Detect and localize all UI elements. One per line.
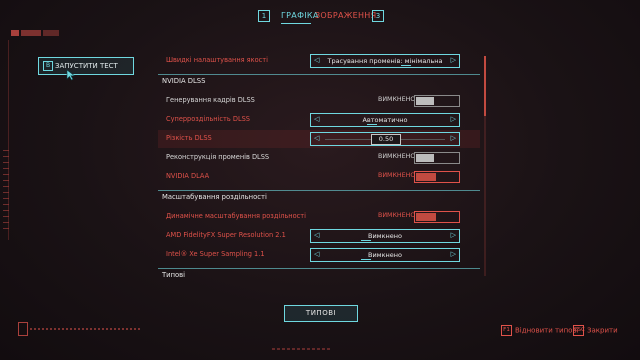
chevron-left-icon[interactable]: ◁ (314, 134, 319, 142)
restore-key: F1 (501, 325, 512, 336)
chevron-right-icon[interactable]: ▷ (451, 250, 456, 258)
quick-preset-value: Трасування променів: мінімальна (327, 57, 443, 65)
run-test-button[interactable]: B ЗАПУСТИТИ ТЕСТ (38, 57, 134, 75)
chevron-right-icon[interactable]: ▷ (451, 231, 456, 239)
close-key: ESC (573, 325, 585, 336)
dynamic-scaling-state: ВИМКНЕНО (378, 212, 416, 219)
bottom-left-decoration (18, 322, 148, 336)
super-res-selector[interactable]: ◁ Автоматично ▷ (310, 113, 460, 127)
dlaa-state: ВИМКНЕНО (378, 172, 416, 179)
setting-xess: Intel® Xe Super Sampling 1.1 ◁ Вимкнено … (158, 246, 480, 264)
section-dlss-title: NVIDIA DLSS (162, 77, 206, 85)
dlaa-toggle[interactable] (414, 171, 460, 183)
run-test-label: ЗАПУСТИТИ ТЕСТ (55, 62, 118, 70)
setting-frame-generation[interactable]: Генерування кадрів DLSS ВИМКНЕНО (158, 92, 480, 110)
run-test-key: B (43, 61, 53, 71)
xess-value: Вимкнено (368, 251, 402, 259)
setting-dlaa[interactable]: NVIDIA DLAA ВИМКНЕНО (158, 168, 480, 186)
fsr-selector[interactable]: ◁ Вимкнено ▷ (310, 229, 460, 243)
setting-quick-preset: Швидкі налаштування якості ◁ Трасування … (158, 52, 480, 70)
selector-marker (361, 259, 371, 260)
xess-selector[interactable]: ◁ Вимкнено ▷ (310, 248, 460, 262)
dlaa-label: NVIDIA DLAA (166, 172, 210, 180)
sharpness-value: 0.50 (371, 134, 401, 145)
setting-dynamic-scaling[interactable]: Динамічне масштабування роздільності ВИМ… (158, 208, 480, 226)
chevron-right-icon[interactable]: ▷ (451, 56, 456, 64)
restore-defaults-button[interactable]: ТИПОВІ (284, 305, 358, 322)
section-basic: Типові (158, 268, 480, 280)
dynamic-scaling-toggle[interactable] (414, 211, 460, 223)
xess-label: Intel® Xe Super Sampling 1.1 (166, 250, 265, 258)
frame-gen-label: Генерування кадрів DLSS (166, 96, 255, 104)
prev-tab-key[interactable]: 1 (258, 10, 270, 22)
dynamic-scaling-label: Динамічне масштабування роздільності (166, 212, 306, 220)
fsr-label: AMD FidelityFX Super Resolution 2.1 (166, 231, 286, 239)
settings-list: Швидкі налаштування якості ◁ Трасування … (158, 50, 480, 280)
left-ruler (3, 150, 9, 230)
setting-super-resolution: Суперроздільність DLSS ◁ Автоматично ▷ (158, 111, 480, 129)
sharpness-slider[interactable]: ◁ 0.50 ▷ (310, 132, 460, 146)
tab-display[interactable]: ЗОБРАЖЕННЯ (315, 11, 376, 20)
active-tab-underline (281, 23, 311, 24)
next-tab-key[interactable]: 3 (372, 10, 384, 22)
section-scaling-title: Масштабування роздільності (162, 193, 267, 201)
mouse-cursor-icon (66, 69, 76, 81)
setting-ray-reconstruction[interactable]: Реконструкція променів DLSS ВИМКНЕНО (158, 149, 480, 167)
selector-marker (367, 124, 377, 125)
top-tab-bar: 1 ГРАФІКА ЗОБРАЖЕННЯ 3 (0, 10, 640, 24)
logo (11, 30, 69, 38)
sharpness-label: Різкість DLSS (166, 134, 212, 142)
ray-recon-state: ВИМКНЕНО (378, 153, 416, 160)
ray-recon-toggle[interactable] (414, 152, 460, 164)
ray-recon-label: Реконструкція променів DLSS (166, 153, 270, 161)
fsr-value: Вимкнено (368, 232, 402, 240)
setting-fsr: AMD FidelityFX Super Resolution 2.1 ◁ Ви… (158, 227, 480, 245)
selector-marker (401, 65, 411, 66)
hint-close[interactable]: ESC Закрити (573, 325, 618, 336)
close-label: Закрити (587, 326, 618, 335)
quick-preset-label: Швидкі налаштування якості (166, 56, 268, 64)
frame-gen-toggle[interactable] (414, 95, 460, 107)
setting-sharpness: Різкість DLSS ◁ 0.50 ▷ (158, 130, 480, 148)
footer-decoration (272, 348, 332, 350)
super-res-value: Автоматично (362, 116, 408, 124)
super-res-label: Суперроздільність DLSS (166, 115, 250, 123)
tab-graphics[interactable]: ГРАФІКА (281, 11, 319, 20)
restore-label: Відновити типові (515, 326, 579, 335)
hint-restore-defaults[interactable]: F1 Відновити типові (501, 325, 579, 336)
section-resolution-scaling: Масштабування роздільності (158, 190, 480, 204)
chevron-right-icon[interactable]: ▷ (451, 115, 456, 123)
section-basic-title: Типові (162, 271, 186, 279)
section-dlss: NVIDIA DLSS (158, 74, 480, 88)
frame-gen-state: ВИМКНЕНО (378, 96, 416, 103)
chevron-right-icon[interactable]: ▷ (451, 134, 456, 142)
selector-marker (361, 240, 371, 241)
quick-preset-selector[interactable]: ◁ Трасування променів: мінімальна ▷ (310, 54, 460, 68)
scrollbar-thumb[interactable] (484, 56, 486, 116)
